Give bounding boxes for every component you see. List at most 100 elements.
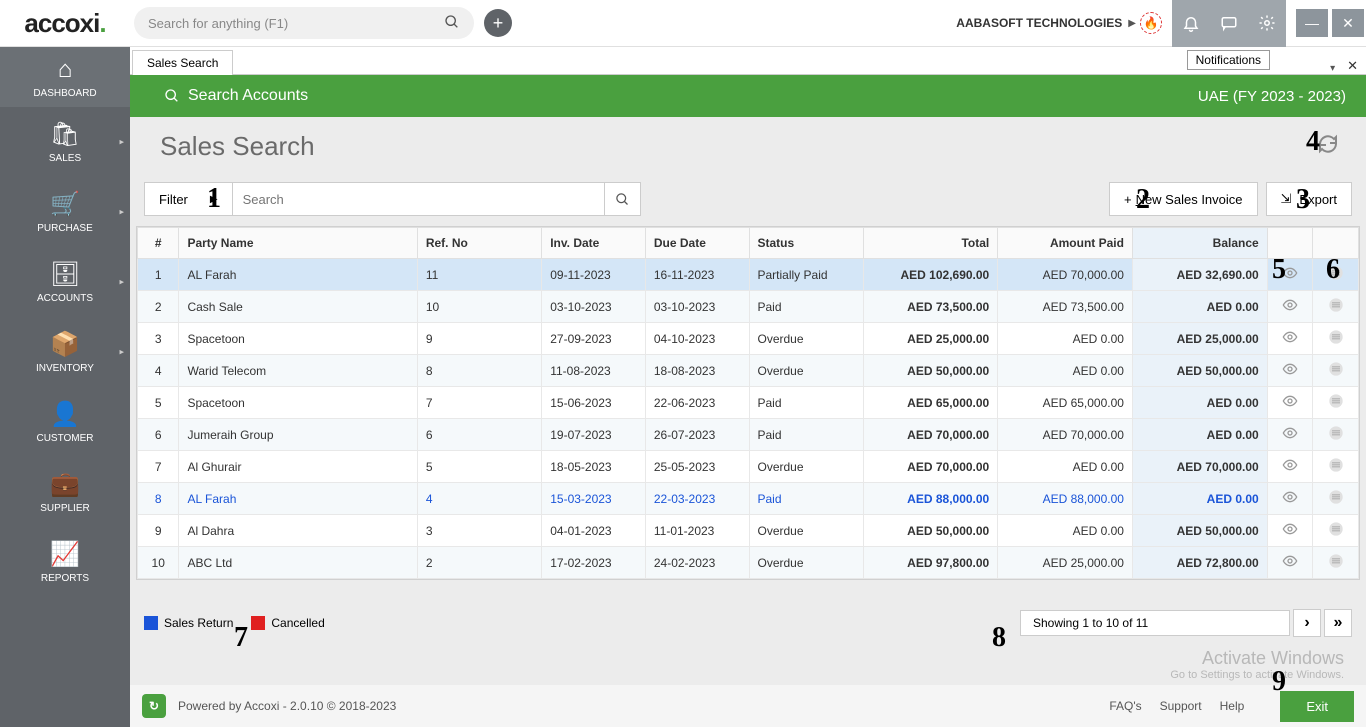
sidebar-item-customer[interactable]: 👤 CUSTOMER [0, 387, 130, 457]
table-row[interactable]: 5Spacetoon715-06-202322-06-2023PaidAED 6… [138, 387, 1359, 419]
cell-ref: 10 [417, 291, 541, 323]
notification-icon[interactable] [1172, 0, 1210, 47]
notifications-tooltip: Notifications [1187, 50, 1270, 70]
cell-ref: 3 [417, 515, 541, 547]
fire-icon[interactable]: 🔥 [1140, 12, 1162, 34]
filter-button[interactable]: Filter ▶ [144, 182, 233, 216]
cell-total: AED 50,000.00 [863, 515, 998, 547]
cell-paid: AED 65,000.00 [998, 387, 1133, 419]
tab-strip: Sales Search ▾ ✕ [130, 47, 1366, 75]
close-window-button[interactable]: ✕ [1331, 8, 1365, 38]
more-icon[interactable] [1313, 291, 1359, 323]
col-ref[interactable]: Ref. No [417, 228, 541, 259]
cell-inv-date: 17-02-2023 [542, 547, 646, 579]
sidebar-item-purchase[interactable]: 🛒 PURCHASE▸ [0, 177, 130, 247]
col-balance[interactable]: Balance [1132, 228, 1267, 259]
sidebar-item-dashboard[interactable]: ⌂ DASHBOARD [0, 47, 130, 107]
col-total[interactable]: Total [863, 228, 998, 259]
col-index[interactable]: # [138, 228, 179, 259]
close-tab-icon[interactable]: ✕ [1339, 58, 1366, 74]
new-sales-invoice-button[interactable]: + New Sales Invoice [1109, 182, 1258, 216]
cell-status: Overdue [749, 515, 863, 547]
view-icon[interactable] [1267, 419, 1313, 451]
export-button[interactable]: ⇲ Export [1266, 182, 1352, 216]
view-icon[interactable] [1267, 387, 1313, 419]
cell-status: Overdue [749, 355, 863, 387]
view-icon[interactable] [1267, 483, 1313, 515]
next-page-button[interactable]: › [1293, 609, 1321, 637]
cell-index: 4 [138, 355, 179, 387]
add-button[interactable]: + [484, 9, 512, 37]
more-icon[interactable] [1313, 547, 1359, 579]
col-inv-date[interactable]: Inv. Date [542, 228, 646, 259]
sidebar-item-reports[interactable]: 📈 REPORTS [0, 527, 130, 597]
search-input[interactable] [233, 182, 605, 216]
minimize-button[interactable]: — [1295, 8, 1329, 38]
faq-link[interactable]: FAQ's [1109, 699, 1141, 713]
chat-icon[interactable] [1210, 0, 1248, 47]
view-icon[interactable] [1267, 323, 1313, 355]
legend-cancelled: Cancelled [271, 616, 324, 630]
logo-dot: . [99, 8, 105, 39]
more-icon[interactable] [1313, 355, 1359, 387]
table-row[interactable]: 1AL Farah1109-11-202316-11-2023Partially… [138, 259, 1359, 291]
view-icon[interactable] [1267, 451, 1313, 483]
more-icon[interactable] [1313, 259, 1359, 291]
view-icon[interactable] [1267, 547, 1313, 579]
cell-total: AED 50,000.00 [863, 355, 998, 387]
table-row[interactable]: 3Spacetoon927-09-202304-10-2023OverdueAE… [138, 323, 1359, 355]
table-row[interactable]: 8AL Farah415-03-202322-03-2023PaidAED 88… [138, 483, 1359, 515]
more-icon[interactable] [1313, 323, 1359, 355]
cell-total: AED 25,000.00 [863, 323, 998, 355]
cell-index: 8 [138, 483, 179, 515]
table-row[interactable]: 2Cash Sale1003-10-202303-10-2023PaidAED … [138, 291, 1359, 323]
sidebar-item-inventory[interactable]: 📦 INVENTORY▸ [0, 317, 130, 387]
global-search[interactable]: Search for anything (F1) [134, 7, 474, 39]
table-row[interactable]: 10ABC Ltd217-02-202324-02-2023OverdueAED… [138, 547, 1359, 579]
view-icon[interactable] [1267, 259, 1313, 291]
cell-inv-date: 09-11-2023 [542, 259, 646, 291]
tab-sales-search[interactable]: Sales Search [132, 50, 233, 75]
table-row[interactable]: 9Al Dahra304-01-202311-01-2023OverdueAED… [138, 515, 1359, 547]
export-icon: ⇲ [1281, 191, 1292, 207]
more-icon[interactable] [1313, 419, 1359, 451]
cell-inv-date: 03-10-2023 [542, 291, 646, 323]
table-row[interactable]: 7Al Ghurair518-05-202325-05-2023OverdueA… [138, 451, 1359, 483]
company-name[interactable]: AABASOFT TECHNOLOGIES [956, 16, 1128, 30]
col-status[interactable]: Status [749, 228, 863, 259]
cell-index: 7 [138, 451, 179, 483]
table-row[interactable]: 4Warid Telecom811-08-202318-08-2023Overd… [138, 355, 1359, 387]
sidebar-item-supplier[interactable]: 💼 SUPPLIER [0, 457, 130, 527]
briefcase-icon: 💼 [50, 470, 80, 499]
view-icon[interactable] [1267, 291, 1313, 323]
cell-party: Al Ghurair [179, 451, 417, 483]
search-button[interactable] [605, 182, 641, 216]
support-link[interactable]: Support [1160, 699, 1202, 713]
help-link[interactable]: Help [1220, 699, 1245, 713]
view-icon[interactable] [1267, 515, 1313, 547]
cell-total: AED 70,000.00 [863, 419, 998, 451]
table-row[interactable]: 6Jumeraih Group619-07-202326-07-2023Paid… [138, 419, 1359, 451]
more-icon[interactable] [1313, 387, 1359, 419]
cell-balance: AED 50,000.00 [1132, 515, 1267, 547]
last-page-button[interactable]: » [1324, 609, 1352, 637]
cell-balance: AED 32,690.00 [1132, 259, 1267, 291]
cell-paid: AED 25,000.00 [998, 547, 1133, 579]
cell-party: AL Farah [179, 259, 417, 291]
view-icon[interactable] [1267, 355, 1313, 387]
more-icon[interactable] [1313, 515, 1359, 547]
refresh-icon[interactable] [1316, 132, 1340, 162]
col-due-date[interactable]: Due Date [645, 228, 749, 259]
sidebar-item-accounts[interactable]: 🗄 ACCOUNTS▸ [0, 247, 130, 317]
pin-icon[interactable]: ▾ [1330, 63, 1339, 74]
cell-balance: AED 70,000.00 [1132, 451, 1267, 483]
exit-button[interactable]: Exit [1280, 691, 1354, 722]
settings-icon[interactable] [1248, 0, 1286, 47]
more-icon[interactable] [1313, 451, 1359, 483]
col-paid[interactable]: Amount Paid [998, 228, 1133, 259]
more-icon[interactable] [1313, 483, 1359, 515]
col-party[interactable]: Party Name [179, 228, 417, 259]
sidebar-item-sales[interactable]: 🛍 SALES▸ [0, 107, 130, 177]
bag-icon: 🛍 [50, 120, 80, 149]
cell-status: Paid [749, 419, 863, 451]
